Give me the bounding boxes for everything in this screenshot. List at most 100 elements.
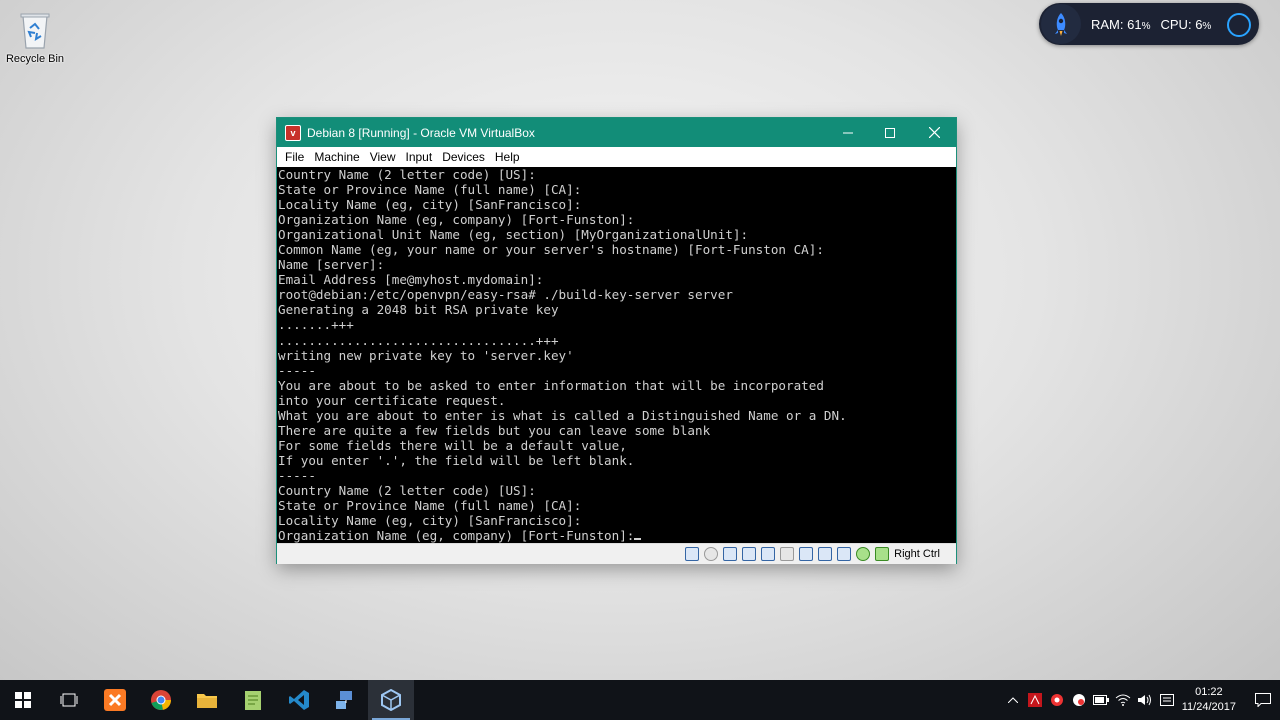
system-monitor-widget[interactable]: RAM: 61% CPU: 6%: [1039, 3, 1259, 45]
clock-date: 11/24/2017: [1181, 701, 1236, 713]
windows-logo-icon: [15, 692, 31, 708]
start-button[interactable]: [0, 680, 46, 720]
terminal-line: You are about to be asked to enter infor…: [278, 377, 824, 393]
shared-folders-icon[interactable]: [780, 547, 795, 561]
host-key-label: Right Ctrl: [894, 548, 940, 560]
ram-percent: %: [1141, 20, 1151, 32]
hard-disk-icon[interactable]: [685, 547, 700, 561]
file-explorer-icon: [197, 694, 217, 708]
terminal-line: State or Province Name (full name) [CA]:: [278, 182, 582, 198]
cpu-percent: %: [1202, 20, 1212, 32]
network-tool-icon: [336, 691, 352, 709]
terminal-line: Common Name (eg, your name or your serve…: [278, 242, 824, 258]
terminal-cursor: [634, 538, 642, 541]
task-view-button[interactable]: [46, 680, 92, 720]
status-bar: Right Ctrl: [277, 543, 956, 564]
terminal-line: Country Name (2 letter code) [US]:: [278, 482, 536, 498]
recycle-bin-shortcut[interactable]: Recycle Bin: [4, 8, 66, 65]
title-bar[interactable]: v Debian 8 [Running] - Oracle VM Virtual…: [277, 118, 956, 147]
notepad-icon: [245, 691, 261, 710]
minimize-icon: [843, 132, 853, 133]
terminal-line: There are quite a few fields but you can…: [278, 422, 711, 438]
display-icon[interactable]: [799, 547, 814, 561]
terminal-line: root@debian:/etc/openvpn/easy-rsa# ./bui…: [278, 287, 733, 303]
terminal-line: For some fields there will be a default …: [278, 437, 627, 453]
vscode-taskbar-button[interactable]: [276, 680, 322, 720]
menu-machine[interactable]: Machine: [309, 150, 364, 164]
taskbar-clock[interactable]: 01:22 11/24/2017: [1182, 685, 1236, 715]
notification-icon: [1255, 693, 1271, 707]
ram-value: 61: [1127, 16, 1142, 32]
terminal-line: into your certificate request.: [278, 392, 506, 408]
terminal-output: Country Name (2 letter code) [US]: State …: [277, 167, 956, 543]
video-capture-icon[interactable]: [818, 547, 833, 561]
maximize-button[interactable]: [868, 118, 912, 147]
close-button[interactable]: [912, 118, 956, 147]
chrome-taskbar-button[interactable]: [138, 680, 184, 720]
terminal-line: If you enter '.', the field will be left…: [278, 452, 635, 468]
audio-icon[interactable]: [723, 547, 738, 561]
system-tray: 01:22 11/24/2017: [1002, 680, 1280, 720]
recycle-bin-label: Recycle Bin: [5, 53, 65, 65]
terminal-line: Name [server]:: [278, 257, 385, 273]
menu-file[interactable]: File: [280, 150, 309, 164]
terminal-line: -----: [278, 362, 316, 378]
menu-devices[interactable]: Devices: [437, 150, 490, 164]
virtualbox-window: v Debian 8 [Running] - Oracle VM Virtual…: [277, 118, 956, 564]
vscode-icon: [289, 690, 309, 710]
taskbar: 01:22 11/24/2017: [0, 680, 1280, 720]
ram-usage: RAM: 61%: [1091, 17, 1151, 32]
virtualbox-icon: [381, 689, 401, 711]
terminal-line: Country Name (2 letter code) [US]:: [278, 167, 536, 182]
chrome-icon: [151, 690, 171, 710]
tray-app-icon[interactable]: [1068, 680, 1090, 720]
xampp-taskbar-button[interactable]: [92, 680, 138, 720]
xampp-icon: [104, 689, 126, 711]
speedometer-icon[interactable]: [1227, 13, 1251, 37]
network-icon[interactable]: [742, 547, 757, 561]
vm-console-screen[interactable]: Country Name (2 letter code) [US]: State …: [277, 167, 956, 543]
terminal-line: Organizational Unit Name (eg, section) […: [278, 227, 749, 243]
virtualization-icon[interactable]: [837, 547, 852, 561]
terminal-line: Email Address [me@myhost.mydomain]:: [278, 272, 544, 288]
menu-view[interactable]: View: [365, 150, 401, 164]
terminal-line: .......+++: [278, 317, 354, 333]
notepad-taskbar-button[interactable]: [230, 680, 276, 720]
terminal-line: Organization Name (eg, company) [Fort-Fu…: [278, 212, 635, 228]
rocket-icon: [1041, 4, 1081, 44]
terminal-line: Generating a 2048 bit RSA private key: [278, 302, 559, 318]
terminal-line: Locality Name (eg, city) [SanFrancisco]:: [278, 513, 582, 529]
battery-icon[interactable]: [1090, 680, 1112, 720]
usb-icon[interactable]: [761, 547, 776, 561]
show-hidden-icons-chevron-icon[interactable]: [1002, 680, 1024, 720]
terminal-line: Locality Name (eg, city) [SanFrancisco]:: [278, 197, 582, 213]
close-icon: [928, 127, 940, 138]
file-explorer-taskbar-button[interactable]: [184, 680, 230, 720]
clock-time: 01:22: [1195, 686, 1223, 698]
maximize-icon: [885, 127, 895, 138]
menu-help[interactable]: Help: [490, 150, 525, 164]
menu-input[interactable]: Input: [401, 150, 438, 164]
menu-bar: File Machine View Input Devices Help: [277, 147, 956, 167]
host-key-arrow-icon[interactable]: [875, 547, 890, 561]
network-tool-taskbar-button[interactable]: [322, 680, 368, 720]
volume-icon[interactable]: [1134, 680, 1156, 720]
window-title: Debian 8 [Running] - Oracle VM VirtualBo…: [307, 125, 535, 140]
minimize-button[interactable]: [826, 118, 870, 147]
terminal-line: ..................................+++: [278, 332, 559, 348]
record-icon[interactable]: [1046, 680, 1068, 720]
terminal-line: State or Province Name (full name) [CA]:: [278, 498, 582, 514]
virtualbox-app-icon: v: [285, 124, 301, 141]
cpu-label: CPU:: [1160, 16, 1192, 32]
virtualbox-taskbar-button[interactable]: [368, 680, 414, 720]
ram-label: RAM:: [1091, 16, 1124, 32]
terminal-line: What you are about to enter is what is c…: [278, 407, 847, 423]
language-icon[interactable]: [1156, 680, 1178, 720]
mouse-integration-icon[interactable]: [856, 547, 871, 561]
action-center-button[interactable]: [1246, 680, 1280, 720]
task-view-icon: [60, 693, 78, 707]
optical-drive-icon[interactable]: [704, 547, 719, 561]
terminal-line: Organization Name (eg, company) [Fort-Fu…: [278, 528, 956, 543]
acrobat-icon[interactable]: [1024, 680, 1046, 720]
wifi-icon[interactable]: [1112, 680, 1134, 720]
